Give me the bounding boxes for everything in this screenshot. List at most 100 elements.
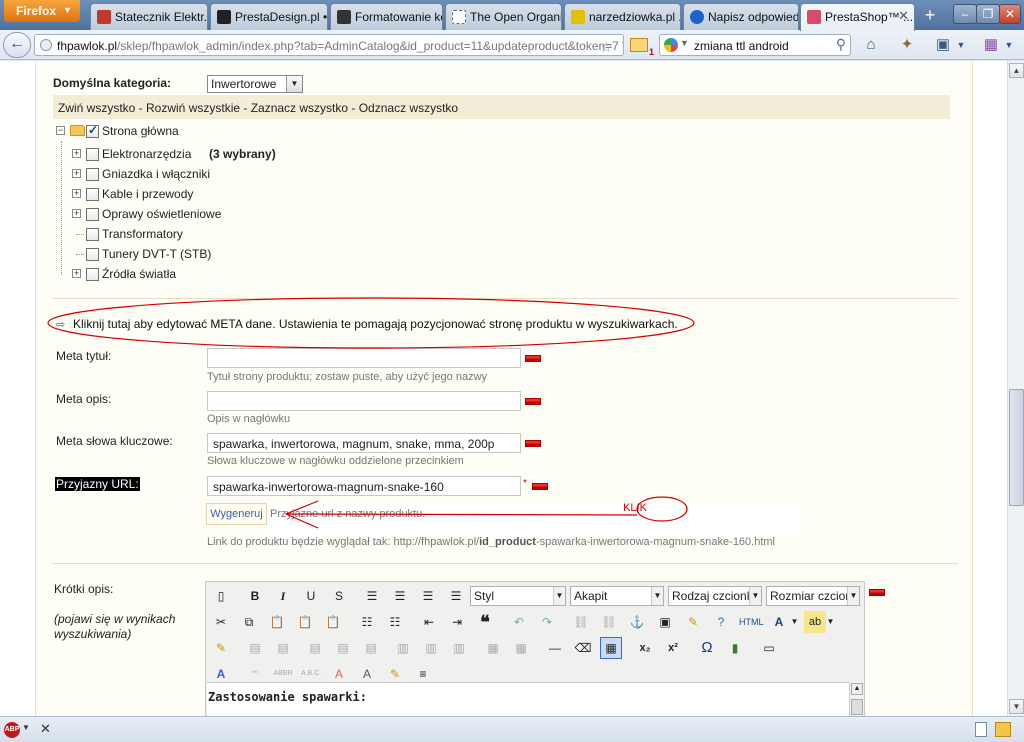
browser-tab[interactable]: Napisz odpowied...: [683, 3, 799, 30]
special-char-button[interactable]: Ω: [696, 637, 718, 659]
italic-button[interactable]: I: [272, 585, 294, 607]
split-cells-button[interactable]: ▦: [482, 637, 504, 659]
browser-tab[interactable]: Statecznik Elektr...: [90, 3, 208, 30]
expand-icon[interactable]: +: [72, 209, 81, 218]
horizontal-rule-button[interactable]: —: [544, 637, 566, 659]
chevron-down-icon[interactable]: ▼: [952, 36, 970, 54]
indent-button[interactable]: ⇥: [446, 611, 468, 633]
redo-button[interactable]: ↷: [536, 611, 558, 633]
home-icon[interactable]: ⌂: [862, 36, 880, 54]
bookmarks-menu-icon[interactable]: ▣: [934, 36, 952, 54]
undo-button[interactable]: ↶: [508, 611, 530, 633]
strikethrough-button[interactable]: S: [328, 585, 350, 607]
search-input[interactable]: ▼ zmiana ttl android ⚲: [659, 34, 851, 56]
copy-button[interactable]: ⧉: [238, 611, 260, 633]
chevron-down-icon[interactable]: ▼: [22, 723, 30, 732]
paste-text-button[interactable]: 📋: [294, 611, 316, 633]
edit-table-button[interactable]: ✎: [210, 637, 232, 659]
editor-scroll-thumb[interactable]: [851, 699, 863, 715]
expand-icon[interactable]: +: [72, 169, 81, 178]
insert-table-button[interactable]: ▦: [600, 637, 622, 659]
address-bar[interactable]: fhpawlok.pl/sklep/fhpawlok_admin/index.p…: [34, 34, 624, 56]
fullscreen-button[interactable]: ▭: [758, 637, 780, 659]
insert-row-before-button[interactable]: ▤: [304, 637, 326, 659]
new-tab-button[interactable]: +: [917, 4, 943, 28]
browser-tab[interactable]: narzedziowka.pl ...: [564, 3, 681, 30]
bold-button[interactable]: B: [244, 585, 266, 607]
polish-flag-icon[interactable]: [525, 355, 541, 362]
meta-keywords-input[interactable]: spawarka, inwertorowa, magnum, snake, mm…: [207, 433, 521, 453]
generate-url-button[interactable]: Wygeneruj: [206, 503, 267, 525]
text-color-button[interactable]: A: [768, 611, 790, 633]
remove-format-button[interactable]: ⌫: [572, 637, 594, 659]
category-checkbox[interactable]: [86, 208, 99, 221]
bullet-list-button[interactable]: ☷: [356, 611, 378, 633]
collapse-icon[interactable]: −: [56, 126, 65, 135]
superscript-button[interactable]: x²: [662, 637, 684, 659]
cell-props-button[interactable]: ▤: [272, 637, 294, 659]
paste-button[interactable]: 📋: [266, 611, 288, 633]
bookmark-star-icon[interactable]: ☆: [600, 39, 613, 55]
delete-row-button[interactable]: ▤: [360, 637, 382, 659]
merge-cells-button[interactable]: ▦: [510, 637, 532, 659]
background-color-button[interactable]: ab: [804, 611, 826, 633]
category-checkbox[interactable]: [86, 148, 99, 161]
insert-row-after-button[interactable]: ▤: [332, 637, 354, 659]
scroll-up-icon[interactable]: ▲: [1009, 63, 1024, 78]
polish-flag-icon[interactable]: [532, 483, 548, 490]
polish-flag-icon[interactable]: [525, 440, 541, 447]
document-icon[interactable]: [975, 722, 987, 737]
page-scroll-thumb[interactable]: [1009, 389, 1024, 506]
magnifier-search-icon[interactable]: ⚲: [836, 36, 846, 53]
font-family-select[interactable]: Rodzaj czcionki ▼: [668, 586, 762, 606]
unlink-button[interactable]: ⛓: [598, 611, 620, 633]
cleanup-button[interactable]: ✎: [682, 611, 704, 633]
category-checkbox[interactable]: [86, 123, 99, 138]
minimize-button[interactable]: ‒: [953, 4, 977, 24]
row-props-button[interactable]: ▤: [244, 637, 266, 659]
polish-flag-icon[interactable]: [869, 589, 885, 596]
justify-button[interactable]: ☰: [445, 585, 467, 607]
outdent-button[interactable]: ⇤: [418, 611, 440, 633]
browser-tab[interactable]: PrestaDesign.pl •...: [210, 3, 328, 30]
category-checkbox[interactable]: [86, 168, 99, 181]
paste-word-button[interactable]: 📋: [322, 611, 344, 633]
editor-content-area[interactable]: Zastosowanie spawarki:: [207, 682, 849, 716]
align-center-button[interactable]: ☰: [389, 585, 411, 607]
media-button[interactable]: ▮: [724, 637, 746, 659]
align-right-button[interactable]: ☰: [417, 585, 439, 607]
format-select[interactable]: Akapit ▼: [570, 586, 664, 606]
friendly-url-input[interactable]: spawarka-inwertorowa-magnum-snake-160: [207, 476, 521, 496]
expand-icon[interactable]: +: [72, 269, 81, 278]
category-checkbox[interactable]: [86, 268, 99, 281]
adblock-icon[interactable]: ABP: [4, 722, 20, 738]
category-checkbox[interactable]: [86, 248, 99, 261]
blockquote-button[interactable]: ❝: [474, 611, 496, 633]
polish-flag-icon[interactable]: [525, 398, 541, 405]
expand-icon[interactable]: +: [72, 149, 81, 158]
url-history-dropdown-icon[interactable]: ▼: [620, 39, 623, 51]
site-identity-icon[interactable]: [40, 39, 52, 51]
tree-actions-bar[interactable]: Zwiń wszystko - Rozwiń wszystkie - Zazna…: [53, 95, 950, 119]
insert-col-before-button[interactable]: ▥: [392, 637, 414, 659]
underline-button[interactable]: U: [300, 585, 322, 607]
maximize-button[interactable]: ❐: [976, 4, 1000, 24]
meta-title-input[interactable]: [207, 348, 521, 368]
new-document-button[interactable]: ▯: [210, 585, 232, 607]
scroll-down-icon[interactable]: ▼: [1009, 699, 1024, 714]
apps-grid-icon[interactable]: ▦: [982, 36, 1000, 54]
subscript-button[interactable]: x₂: [634, 637, 656, 659]
addon-status-icon[interactable]: [995, 722, 1011, 737]
expand-icon[interactable]: +: [72, 189, 81, 198]
meta-description-input[interactable]: [207, 391, 521, 411]
google-engine-icon[interactable]: [664, 38, 678, 52]
delete-col-button[interactable]: ▥: [448, 637, 470, 659]
category-checkbox[interactable]: [86, 228, 99, 241]
text-color-dropdown[interactable]: ▼: [789, 611, 800, 633]
background-color-dropdown[interactable]: ▼: [825, 611, 836, 633]
image-button[interactable]: ▣: [654, 611, 676, 633]
font-size-select[interactable]: Rozmiar czcionki ▼: [766, 586, 860, 606]
close-window-button[interactable]: ✕: [999, 4, 1021, 24]
scroll-up-icon[interactable]: ▲: [851, 683, 863, 695]
browser-tab[interactable]: Formatowanie ko...: [330, 3, 443, 30]
